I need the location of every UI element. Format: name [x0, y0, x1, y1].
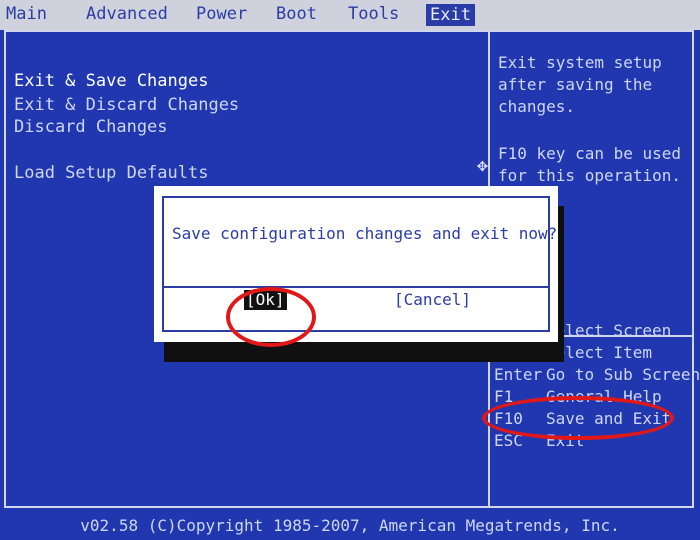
key-action: Select Screen — [546, 321, 672, 340]
help-description: Exit system setup after saving the chang… — [498, 53, 662, 116]
dialog-separator — [164, 286, 548, 288]
key-row: Enter Go to Sub Screen — [494, 364, 700, 386]
tab-exit[interactable]: Exit — [426, 4, 475, 26]
option-exit-discard[interactable]: Exit & Discard Changes — [14, 94, 239, 116]
dialog-border — [162, 196, 550, 332]
option-discard[interactable]: Discard Changes — [14, 116, 168, 138]
tab-power[interactable]: Power — [196, 3, 247, 25]
confirm-dialog: Save configuration changes and exit now?… — [154, 186, 558, 342]
move-cursor-icon: ✥ — [477, 155, 488, 176]
ok-annotation-oval — [226, 287, 316, 347]
key-action: Go to Sub Screen — [546, 365, 700, 384]
tab-advanced[interactable]: Advanced — [86, 3, 168, 25]
menu-bar: Main Advanced Power Boot Tools Exit — [0, 0, 700, 30]
help-hint: F10 key can be used for this operation. — [498, 144, 682, 185]
copyright-footer: v02.58 (C)Copyright 1985-2007, American … — [80, 516, 620, 535]
cancel-button[interactable]: [Cancel] — [392, 290, 473, 310]
tab-main[interactable]: Main — [6, 3, 47, 25]
dialog-message: Save configuration changes and exit now? — [172, 224, 558, 243]
tab-boot[interactable]: Boot — [276, 3, 317, 25]
option-load-defaults[interactable]: Load Setup Defaults — [14, 162, 208, 184]
tab-tools[interactable]: Tools — [348, 3, 399, 25]
f10-annotation-oval — [482, 396, 674, 440]
option-exit-save[interactable]: Exit & Save Changes — [14, 70, 208, 92]
key-enter: Enter — [494, 365, 543, 384]
bios-screen: Main Advanced Power Boot Tools Exit Exit… — [0, 0, 700, 540]
